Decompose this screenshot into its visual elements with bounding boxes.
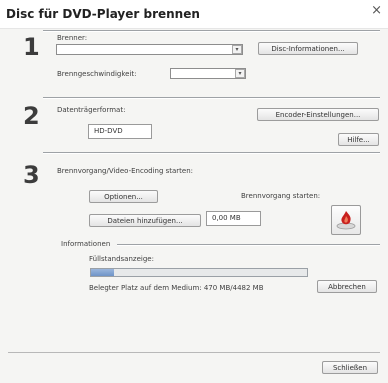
burn-speed-label: Brenngeschwindigkeit: [57,70,137,78]
chevron-down-icon[interactable]: ▾ [232,45,242,54]
burn-encoding-heading: Brennvorgang/Video-Encoding starten: [57,167,194,175]
fill-level-label: Füllstandsanzeige: [89,255,154,263]
flame-disc-icon [336,211,356,230]
options-button[interactable]: Optionen... [89,190,158,203]
disc-format-value: HD-DVD [88,124,152,139]
step-number-2: 2 [23,102,40,130]
info-heading: Informationen [61,240,111,248]
title-bar: Disc für DVD-Player brennen × [0,0,388,29]
separator-step3 [43,152,380,154]
separator-step1 [43,30,380,32]
footer-separator [8,352,380,353]
burn-dialog-window: Disc für DVD-Player brennen × 1 Brenner:… [0,0,388,383]
add-files-button[interactable]: Dateien hinzufügen... [89,214,201,227]
burn-speed-select[interactable]: ▾ [170,68,246,79]
cancel-button[interactable]: Abbrechen [317,280,377,293]
window-title: Disc für DVD-Player brennen [6,7,200,21]
encoder-settings-button[interactable]: Encoder-Einstellungen... [257,108,379,121]
help-button[interactable]: Hilfe... [338,133,379,146]
disc-format-label: Datenträgerformat: [57,106,126,114]
separator-step2 [43,97,380,99]
disc-info-button[interactable]: Disc-Informationen... [258,42,358,55]
burner-select[interactable]: ▾ [56,44,243,55]
fill-level-progress-bar [90,268,308,277]
fill-level-progress-fill [91,269,114,276]
close-icon[interactable]: × [371,3,382,18]
chevron-down-icon[interactable]: ▾ [235,69,245,78]
separator-info [117,244,380,246]
used-space-text: Belegter Platz auf dem Medium: 470 MB/44… [89,284,264,292]
step-number-3: 3 [23,161,40,189]
close-button[interactable]: Schließen [322,361,378,374]
total-size-value: 0,00 MB [206,211,261,226]
step-number-1: 1 [23,33,40,61]
burner-label: Brenner: [57,34,88,42]
start-burn-label: Brennvorgang starten: [241,192,321,200]
start-burn-button[interactable] [331,205,361,235]
